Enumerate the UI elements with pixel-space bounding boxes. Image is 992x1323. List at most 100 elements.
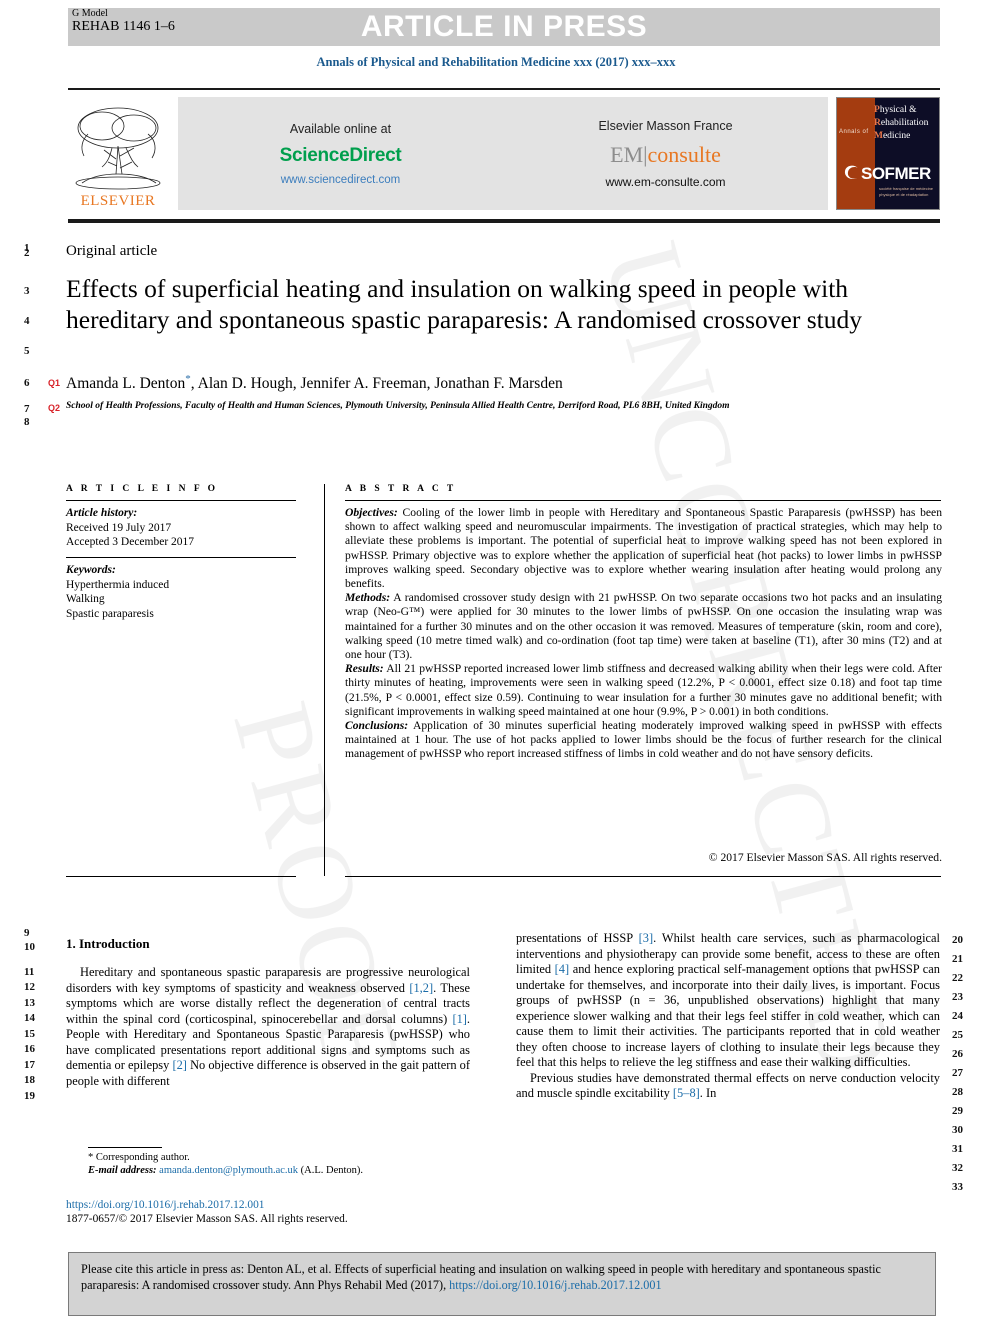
conclusions-label: Conclusions: <box>345 719 409 733</box>
line-number-15: 15 <box>24 1028 35 1040</box>
cite-doi-link[interactable]: https://doi.org/10.1016/j.rehab.2017.12.… <box>449 1278 661 1292</box>
cite-text: Please cite this article in press as: De… <box>81 1262 923 1293</box>
citation-ref-1[interactable]: [1] <box>452 1012 466 1026</box>
cover-line3-rest: edicine <box>882 131 911 141</box>
em-suffix: consulte <box>647 141 721 167</box>
masthead-top-rule <box>68 88 940 90</box>
line-number-10: 10 <box>24 941 35 953</box>
sciencedirect-logo: ScienceDirect <box>279 144 402 166</box>
line-number-19: 19 <box>24 1090 35 1102</box>
em-consulte-logo: EM|consulte <box>610 142 721 168</box>
line-number-18: 18 <box>24 1074 35 1086</box>
journal-cover-thumbnail: Annals of Physical & Rehabilitation Medi… <box>836 97 940 210</box>
em-consulte-url[interactable]: www.em-consulte.com <box>605 175 725 189</box>
article-in-press-banner: ARTICLE IN PRESS <box>68 8 940 46</box>
cover-title: Physical & Rehabilitation Medicine <box>874 104 939 143</box>
abstract-body: Objectives: Cooling of the lower limb in… <box>345 506 942 762</box>
line-number-8: 8 <box>24 416 30 428</box>
page-title: Effects of superficial heating and insul… <box>66 274 862 334</box>
sciencedirect-url[interactable]: www.sciencedirect.com <box>281 174 401 186</box>
info-rule-top <box>66 500 296 501</box>
info-rule-mid <box>66 557 296 558</box>
g-model-label: G Model <box>72 8 108 19</box>
available-online-label: Available online at <box>289 121 392 136</box>
received-date: Received 19 July 2017 <box>66 521 172 534</box>
email-note: E-mail address: amanda.denton@plymouth.a… <box>88 1164 478 1177</box>
cover-line3-initial: M <box>874 131 883 141</box>
section-heading-introduction: 1. Introduction <box>66 936 150 951</box>
objectives-text: Cooling of the lower limb in people with… <box>345 506 942 591</box>
line-number-20: 20 <box>952 934 963 946</box>
line-number-6: 6 <box>24 377 30 389</box>
line-number-11: 11 <box>24 966 35 978</box>
intro-paragraph-2: Previous studies have demonstrated therm… <box>516 1071 940 1102</box>
conclusions-text: Application of 30 minutes superficial he… <box>345 719 942 761</box>
line-number-7: 7 <box>24 403 30 415</box>
sofmer-logo: SOFMER <box>843 164 931 184</box>
line-number-12: 12 <box>24 981 35 993</box>
article-type-label: Original article <box>66 243 158 259</box>
journal-citation-line: Annals of Physical and Rehabilitation Me… <box>316 55 676 69</box>
doi-link[interactable]: https://doi.org/10.1016/j.rehab.2017.12.… <box>66 1198 486 1212</box>
abstract-column-divider <box>324 484 325 876</box>
line-number-28: 28 <box>952 1086 963 1098</box>
email-link[interactable]: amanda.denton@plymouth.ac.uk <box>159 1165 298 1176</box>
line-number-14: 14 <box>24 1012 35 1024</box>
footnote-rule <box>88 1147 162 1148</box>
methods-text: A randomised crossover study design with… <box>345 591 942 662</box>
line-number-4: 4 <box>24 315 30 327</box>
line-number-17: 17 <box>24 1059 35 1071</box>
keywords-block: Keywords: Hyperthermia induced Walking S… <box>66 563 306 621</box>
author-list: Amanda L. Denton*, Alan D. Hough, Jennif… <box>66 373 926 393</box>
elsevier-logo: ELSEVIER <box>68 97 168 210</box>
intro-paragraph-1-cont: presentations of HSSP [3]. Whilst health… <box>516 931 940 1071</box>
line-number-21: 21 <box>952 953 963 965</box>
author-rest: , Alan D. Hough, Jennifer A. Freeman, Jo… <box>190 375 563 393</box>
intro-text-e: presentations of HSSP <box>516 931 639 945</box>
line-number-32: 32 <box>952 1162 963 1174</box>
g-model-block: G Model REHAB 1146 1–6 <box>72 8 175 34</box>
intro-text-i: . In <box>699 1086 717 1100</box>
line-number-24: 24 <box>952 1010 963 1022</box>
sofmer-swirl-icon <box>844 165 858 180</box>
cover-line1-rest: hysical & <box>879 105 917 115</box>
citation-ref-1-2[interactable]: [1,2] <box>409 981 433 995</box>
em-consulte-block: Elsevier Masson France EM|consulte www.e… <box>503 97 828 210</box>
intro-right-column: presentations of HSSP [3]. Whilst health… <box>516 931 940 1102</box>
intro-text-g: and hence exploring practical self-manag… <box>516 962 940 1069</box>
citation-ref-2[interactable]: [2] <box>172 1058 186 1072</box>
abstract-methods: Methods: A randomised crossover study de… <box>345 591 942 662</box>
abstract-heading: A B S T R A C T <box>345 484 457 494</box>
sciencedirect-block: Available online at ScienceDirect www.sc… <box>178 97 503 210</box>
sofmer-subtitle: société française de médecine physique e… <box>879 186 934 197</box>
citation-ref-5-8[interactable]: [5–8] <box>673 1086 700 1100</box>
elsevier-masson-label: Elsevier Masson France <box>598 118 733 133</box>
banner-title: ARTICLE IN PRESS <box>360 10 648 43</box>
line-number-13: 13 <box>24 997 35 1009</box>
article-history-label: Article history: <box>66 507 138 519</box>
abstract-copyright: © 2017 Elsevier Masson SAS. All rights r… <box>708 851 942 864</box>
author-first: Amanda L. Denton <box>66 375 186 393</box>
cover-annals-of: Annals of <box>839 129 869 135</box>
citation-ref-3[interactable]: [3] <box>639 931 653 945</box>
keyword-item: Hyperthermia induced <box>66 578 170 591</box>
citation-ref-4[interactable]: [4] <box>555 962 569 976</box>
accepted-date: Accepted 3 December 2017 <box>66 536 195 548</box>
elsevier-wordmark: ELSEVIER <box>80 193 156 209</box>
masthead-bottom-rule <box>68 219 940 223</box>
email-address-label: E-mail address: <box>88 1165 157 1176</box>
objectives-label: Objectives: <box>345 506 398 519</box>
cover-orange-band <box>837 98 875 209</box>
sofmer-wordmark: SOFMER <box>861 164 931 183</box>
line-number-25: 25 <box>952 1029 963 1041</box>
elsevier-tree-icon <box>72 104 164 192</box>
masthead-panel: Available online at ScienceDirect www.sc… <box>178 97 828 210</box>
article-history-block: Article history: Received 19 July 2017 A… <box>66 506 306 550</box>
line-number-23: 23 <box>952 991 963 1003</box>
line-number-31: 31 <box>952 1143 963 1155</box>
keyword-item: Spastic paraparesis <box>66 607 154 620</box>
abstract-objectives: Objectives: Cooling of the lower limb in… <box>345 506 942 591</box>
intro-text-h: Previous studies have demonstrated therm… <box>516 1070 940 1101</box>
issn-copyright-line: 1877-0657/© 2017 Elsevier Masson SAS. Al… <box>66 1213 348 1225</box>
email-owner: (A.L. Denton). <box>298 1165 364 1176</box>
